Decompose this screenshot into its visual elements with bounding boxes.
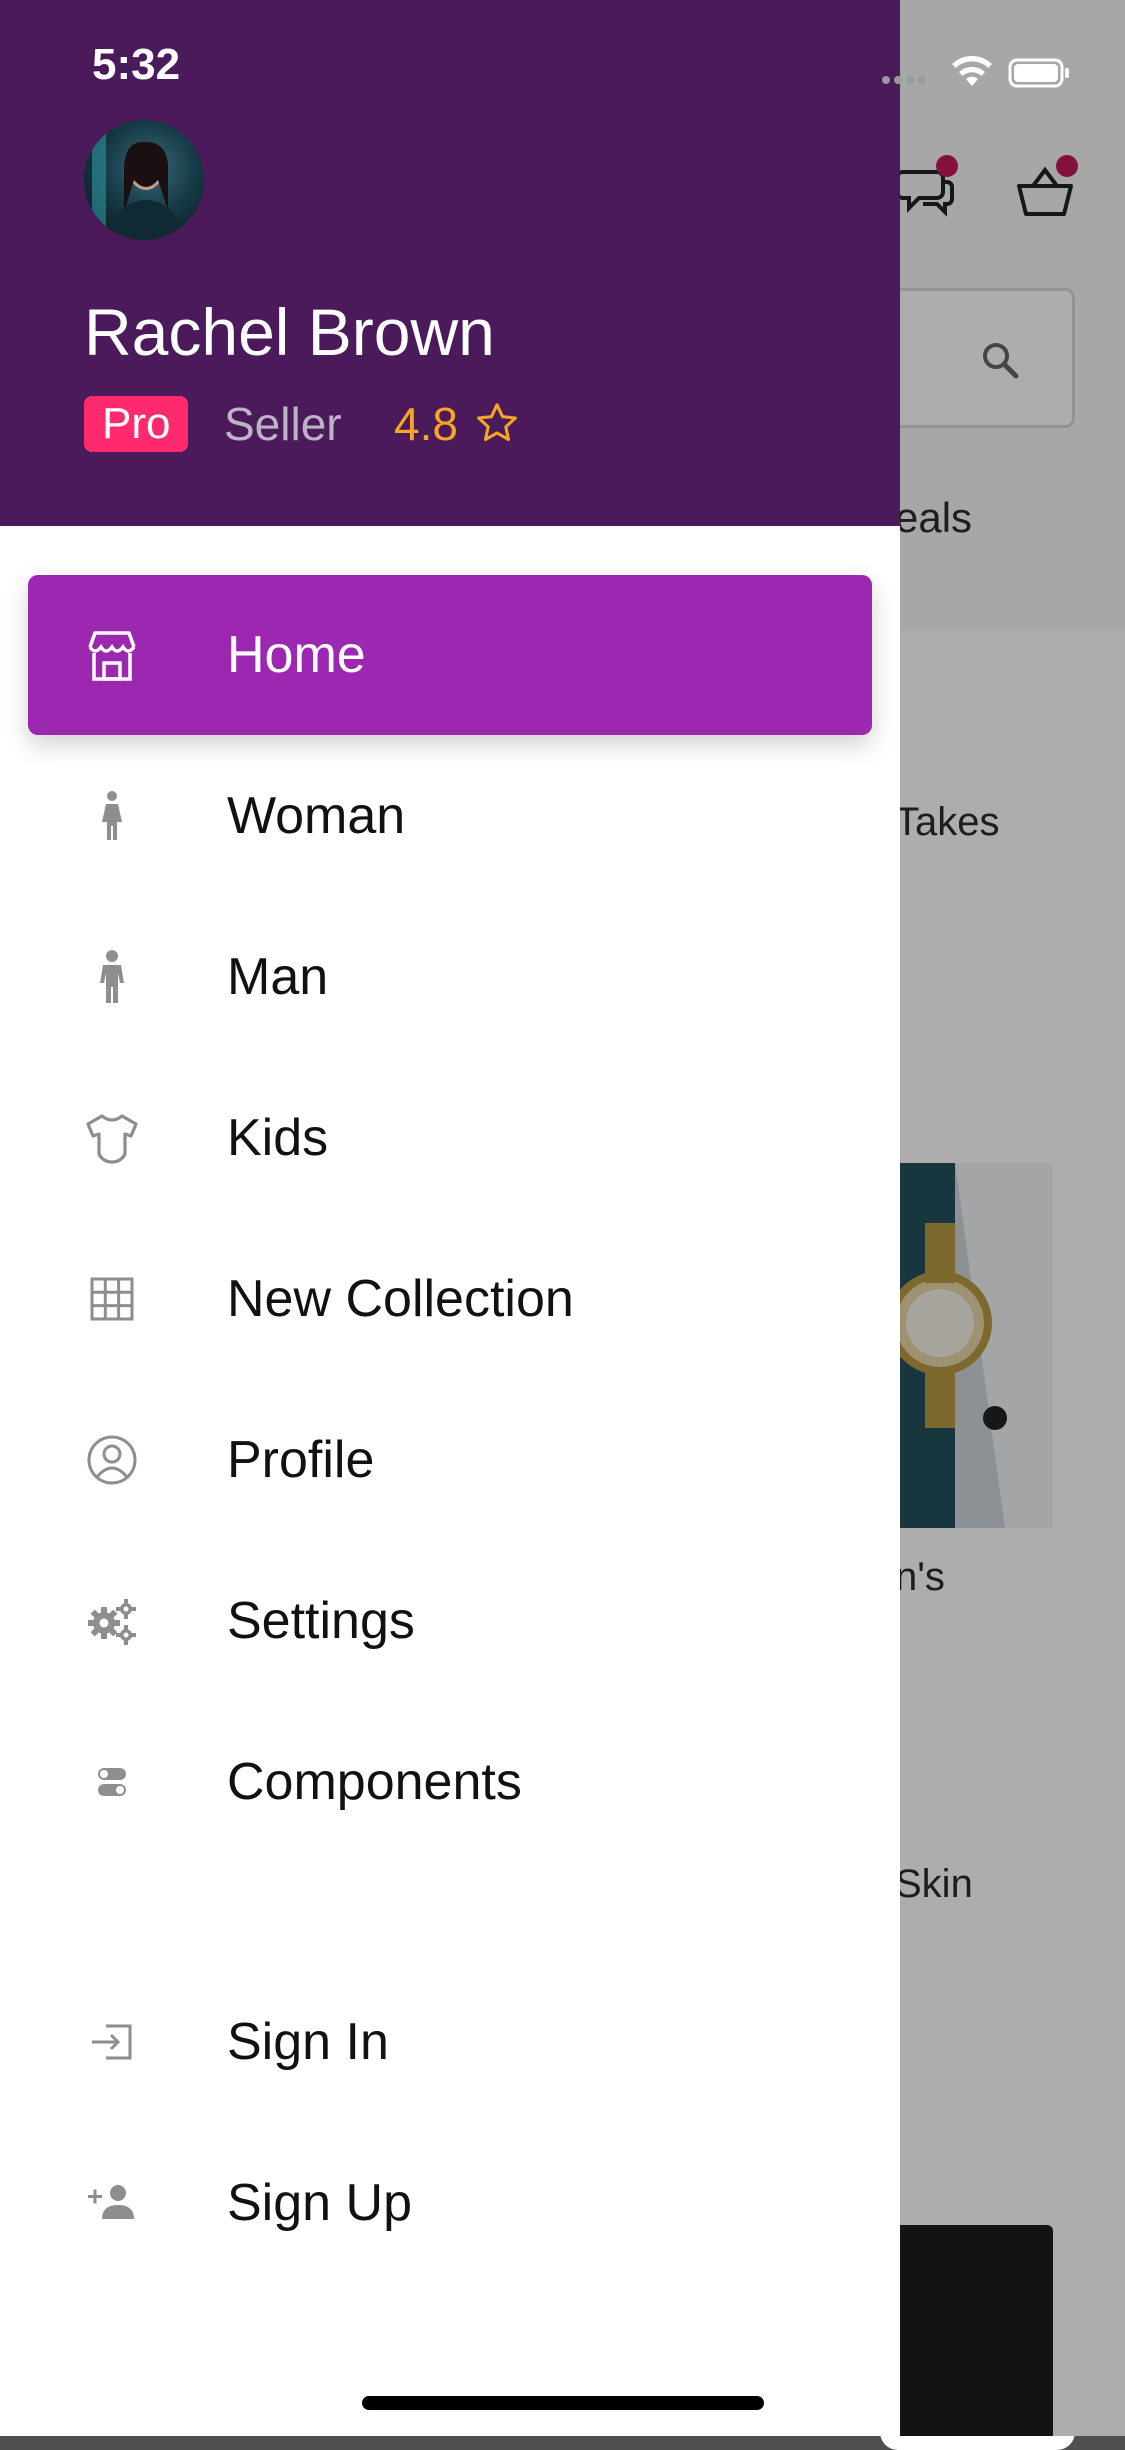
- home-indicator: [362, 2396, 764, 2410]
- menu-item-label: Woman: [227, 787, 406, 845]
- menu-item-label: Kids: [227, 1109, 329, 1167]
- status-icons: [882, 55, 1069, 88]
- menu-item-components[interactable]: Components: [28, 1702, 872, 1862]
- navigation-drawer: 5:32 Rachel Brown Pro Seller 4.8 Home Wo…: [0, 0, 1069, 2436]
- menu-item-profile[interactable]: Profile: [28, 1380, 872, 1540]
- menu-item-settings[interactable]: Settings: [28, 1541, 872, 1701]
- menu-item-label: Components: [227, 1753, 522, 1811]
- battery-icon: [1008, 58, 1069, 88]
- gears-icon: [88, 1599, 136, 1645]
- menu-item-kids[interactable]: Kids: [28, 1058, 872, 1218]
- store-icon: [88, 631, 136, 681]
- user-circle-icon: [87, 1435, 137, 1485]
- menu-item-sign-up[interactable]: Sign Up: [28, 2123, 872, 2283]
- menu-item-label: Settings: [227, 1592, 415, 1650]
- star-icon: [477, 403, 517, 442]
- seller-rating: 4.8: [394, 398, 458, 450]
- menu-item-man[interactable]: Man: [28, 897, 872, 1057]
- drawer-header: 5:32 Rachel Brown Pro Seller 4.8: [0, 0, 900, 526]
- menu-item-label: Sign In: [227, 2013, 389, 2071]
- menu-item-woman[interactable]: Woman: [28, 736, 872, 896]
- menu-item-label: Sign Up: [227, 2174, 412, 2232]
- add-user-icon: [88, 2185, 134, 2219]
- grid-icon: [90, 1277, 134, 1321]
- user-name: Rachel Brown: [84, 295, 495, 369]
- man-icon: [100, 950, 124, 1003]
- menu-item-sign-in[interactable]: Sign In: [28, 1962, 872, 2122]
- status-time: 5:32: [92, 40, 181, 89]
- baby-bodysuit-icon: [86, 1114, 138, 1164]
- signal-icon: [882, 76, 926, 84]
- avatar[interactable]: [84, 120, 204, 240]
- menu-item-label: Man: [227, 948, 329, 1006]
- wifi-icon: [952, 55, 992, 86]
- toggles-icon: [98, 1768, 126, 1796]
- user-role: Seller: [224, 398, 342, 450]
- menu-item-label: Home: [227, 626, 366, 684]
- menu-item-home[interactable]: Home: [28, 575, 872, 735]
- menu-item-label: Profile: [227, 1431, 375, 1489]
- sign-in-icon: [92, 2024, 132, 2060]
- pro-badge: Pro: [84, 396, 189, 452]
- menu-item-label: New Collection: [227, 1270, 574, 1328]
- menu-item-new-collection[interactable]: New Collection: [28, 1219, 872, 1379]
- woman-icon: [102, 791, 122, 840]
